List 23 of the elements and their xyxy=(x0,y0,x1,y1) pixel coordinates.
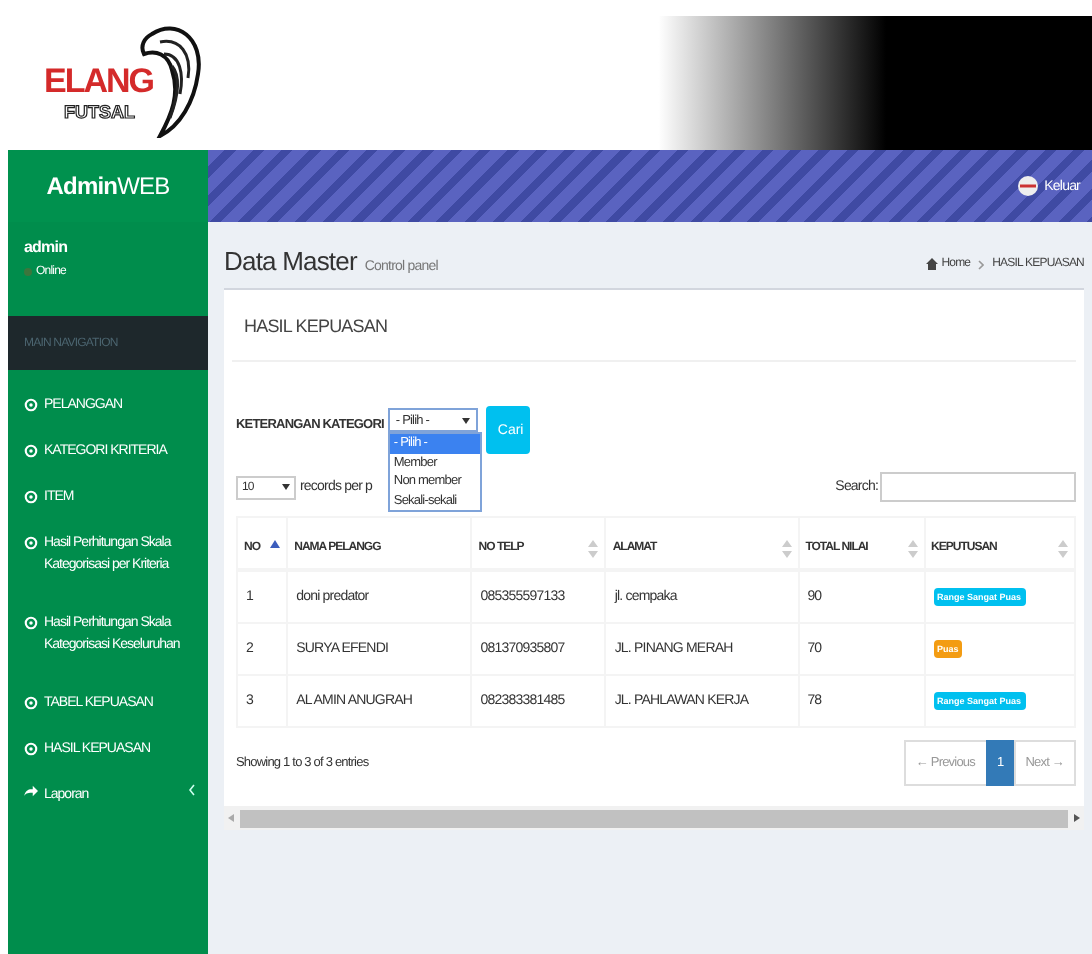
circle-icon xyxy=(24,616,38,630)
chevron-icon xyxy=(978,259,985,269)
caret-icon xyxy=(461,417,470,423)
chevron-icon xyxy=(188,784,196,796)
status-dot-icon xyxy=(24,268,32,276)
caret-icon xyxy=(282,484,290,490)
search-field[interactable] xyxy=(880,472,1076,502)
circle-icon xyxy=(24,398,38,412)
horizontal-scrollbar[interactable] xyxy=(224,806,1084,830)
scroll-right-icon[interactable] xyxy=(1074,814,1080,822)
brand-logo[interactable]: AdminWEB xyxy=(8,150,208,222)
box-title: HASIL KEPUASAN xyxy=(232,290,1076,362)
share-icon xyxy=(24,784,38,798)
circle-icon xyxy=(24,742,38,756)
circle-icon xyxy=(24,536,38,550)
home-icon xyxy=(925,258,938,270)
scroll-left-icon[interactable] xyxy=(228,814,234,822)
circle-icon xyxy=(24,444,38,458)
circle-icon xyxy=(24,696,38,710)
user-name: admin xyxy=(24,238,70,256)
circle-icon xyxy=(24,490,38,504)
page-title: Data Master xyxy=(224,246,357,276)
logo: ELANG FUTSAL xyxy=(44,21,208,145)
